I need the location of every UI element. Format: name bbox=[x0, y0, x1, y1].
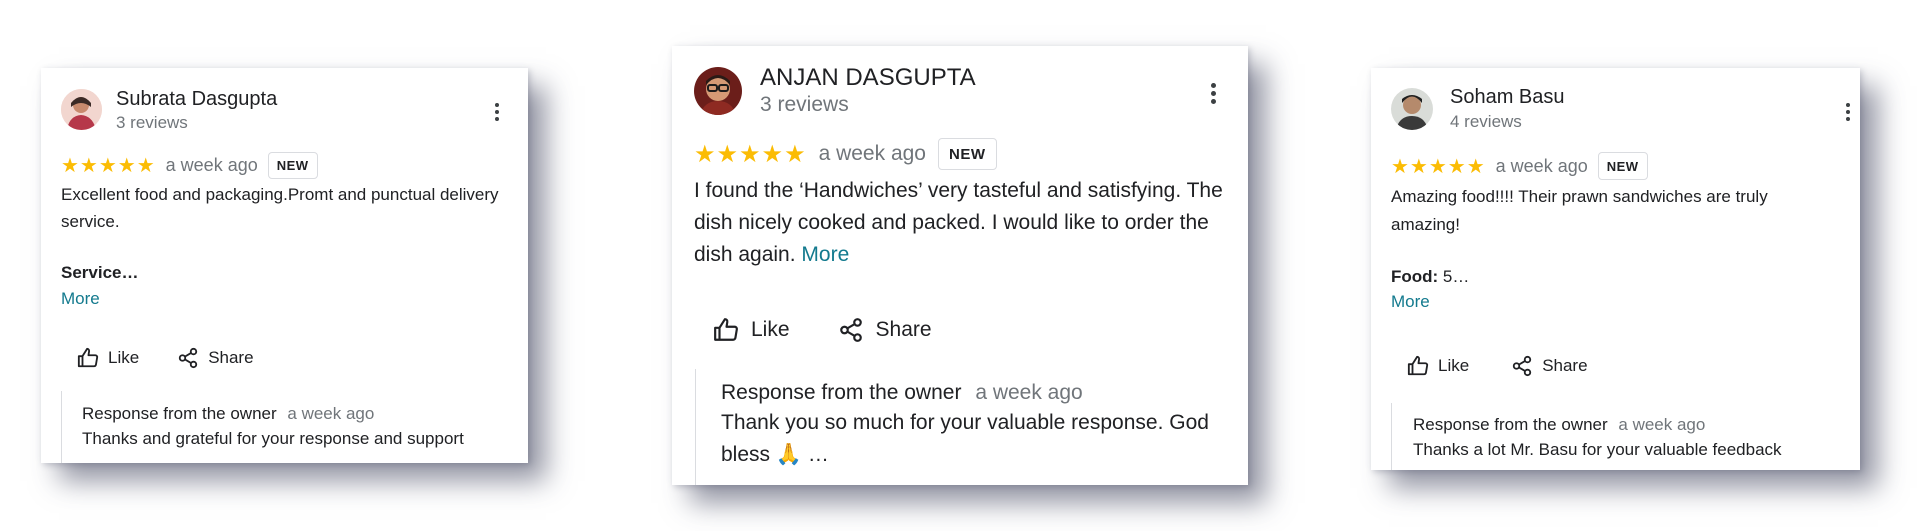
share-icon bbox=[838, 317, 864, 343]
response-title: Response from the owner bbox=[721, 381, 962, 404]
reviewer-review-count[interactable]: 3 reviews bbox=[116, 113, 188, 133]
more-link[interactable]: More bbox=[1391, 288, 1831, 316]
response-date: a week ago bbox=[287, 404, 375, 423]
review-attribute-label: Food: bbox=[1391, 267, 1439, 286]
response-text: Thanks a lot Mr. Basu for your valuable … bbox=[1413, 440, 1782, 459]
review-text: Excellent food and packaging.Promt and p… bbox=[61, 185, 499, 231]
reviewer-avatar[interactable] bbox=[61, 89, 102, 130]
more-options-button[interactable] bbox=[1842, 101, 1854, 123]
reviewer-name[interactable]: Subrata Dasgupta bbox=[116, 88, 277, 111]
share-button[interactable]: Share bbox=[177, 347, 254, 369]
more-options-button[interactable] bbox=[491, 101, 503, 123]
like-button[interactable]: Like bbox=[1407, 355, 1469, 377]
review-text: Amazing food!!!! Their prawn sandwiches … bbox=[1391, 187, 1768, 234]
new-badge: NEW bbox=[267, 151, 318, 179]
like-label: Like bbox=[108, 348, 140, 367]
new-badge: NEW bbox=[938, 138, 997, 170]
star-rating: ★★★★★ bbox=[1391, 155, 1486, 178]
review-text: I found the ‘Handwiches’ very tasteful a… bbox=[694, 179, 1223, 266]
more-options-button[interactable] bbox=[1207, 82, 1219, 106]
owner-response: Response from the owner a week ago Thank… bbox=[695, 369, 1235, 485]
like-button[interactable]: Like bbox=[77, 347, 139, 369]
thumbs-up-icon bbox=[713, 317, 739, 343]
like-button[interactable]: Like bbox=[713, 317, 790, 343]
response-title: Response from the owner bbox=[1413, 415, 1608, 434]
share-button[interactable]: Share bbox=[1511, 355, 1588, 377]
reviewer-avatar[interactable] bbox=[694, 67, 742, 115]
reviewer-name[interactable]: Soham Basu bbox=[1450, 86, 1565, 109]
share-icon bbox=[177, 347, 199, 369]
thumbs-up-icon bbox=[1407, 355, 1429, 377]
review-attribute: Food: 5… bbox=[1391, 263, 1831, 291]
review-card-subrata: Subrata Dasgupta 3 reviews ★★★★★ a week … bbox=[41, 68, 528, 463]
response-title: Response from the owner bbox=[82, 404, 277, 423]
more-link[interactable]: More bbox=[61, 285, 501, 312]
owner-response: Response from the owner a week ago Thank… bbox=[61, 391, 521, 463]
review-date: a week ago bbox=[1495, 155, 1588, 176]
review-card-soham: Soham Basu 4 reviews ★★★★★ a week ago NE… bbox=[1371, 68, 1860, 470]
reviewer-review-count[interactable]: 4 reviews bbox=[1450, 112, 1522, 132]
like-label: Like bbox=[1438, 356, 1470, 375]
share-label: Share bbox=[875, 318, 932, 341]
like-label: Like bbox=[751, 318, 790, 341]
new-badge: NEW bbox=[1597, 152, 1648, 180]
owner-response: Response from the owner a week ago Thank… bbox=[1391, 403, 1851, 470]
share-icon bbox=[1511, 355, 1533, 377]
share-button[interactable]: Share bbox=[838, 317, 932, 343]
review-date: a week ago bbox=[165, 154, 258, 175]
share-label: Share bbox=[208, 348, 254, 367]
reviewer-review-count[interactable]: 3 reviews bbox=[760, 93, 849, 117]
reviewer-name[interactable]: ANJAN DASGUPTA bbox=[760, 64, 976, 92]
star-rating: ★★★★★ bbox=[694, 140, 807, 168]
reviewer-avatar[interactable] bbox=[1391, 88, 1433, 130]
response-date: a week ago bbox=[1618, 415, 1706, 434]
review-date: a week ago bbox=[818, 142, 926, 165]
response-text: Thank you so much for your valuable resp… bbox=[721, 411, 1209, 466]
review-attribute-label: Service… bbox=[61, 263, 139, 282]
review-card-anjan: ANJAN DASGUPTA 3 reviews ★★★★★ a week ag… bbox=[672, 46, 1248, 485]
thumbs-up-icon bbox=[77, 347, 99, 369]
share-label: Share bbox=[1542, 356, 1588, 375]
review-attribute-value: 5… bbox=[1438, 267, 1470, 286]
star-rating: ★★★★★ bbox=[61, 154, 156, 177]
response-text: Thanks and grateful for your response an… bbox=[82, 429, 464, 448]
response-date: a week ago bbox=[975, 381, 1083, 404]
review-attribute: Service… bbox=[61, 259, 501, 286]
more-link[interactable]: More bbox=[801, 243, 849, 266]
